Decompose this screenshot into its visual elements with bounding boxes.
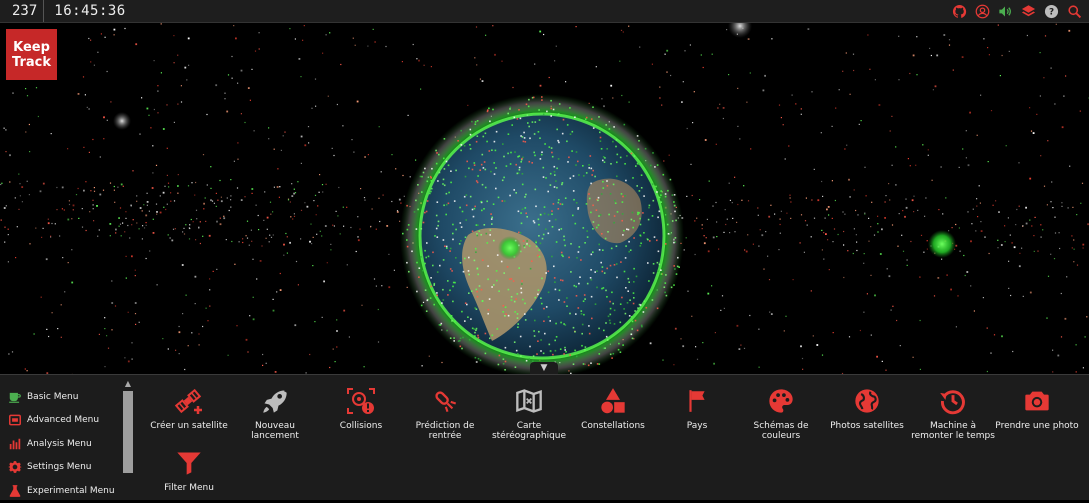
menu-item-label: Machine à remonter le temps: [910, 421, 996, 441]
reentry-icon: [429, 387, 461, 415]
sound-on-icon[interactable]: [996, 2, 1014, 20]
menu-item-globe[interactable]: Photos satellites: [824, 387, 910, 431]
side-menu-item-2[interactable]: Advanced Menu: [0, 409, 118, 433]
menu-item-collision[interactable]: Collisions: [318, 387, 404, 431]
menu-item-palette[interactable]: Schémas de couleurs: [738, 387, 824, 441]
menu-item-shapes[interactable]: Constellations: [570, 387, 656, 431]
menu-item-label: Prédiction de rentrée: [402, 421, 488, 441]
user-account-icon[interactable]: [973, 2, 991, 20]
side-menu-label: Basic Menu: [27, 392, 78, 402]
fps-counter: 237: [0, 0, 44, 22]
menu-item-label: Prendre une photo: [994, 421, 1080, 431]
layers-icon[interactable]: [1019, 2, 1037, 20]
gear-icon: [8, 460, 22, 474]
menu-item-label: Schémas de couleurs: [738, 421, 824, 441]
menu-item-label: Collisions: [318, 421, 404, 431]
side-menu-item-1[interactable]: Basic Menu: [0, 385, 118, 409]
logo-line-1: Keep: [13, 40, 50, 55]
distant-object: [113, 112, 131, 130]
menu-item-satellite-add[interactable]: Créer un satellite: [146, 387, 232, 431]
top-icons: ?: [950, 2, 1083, 20]
menu-collapse-toggle[interactable]: ▼: [530, 362, 558, 374]
globe-viewport[interactable]: [0, 23, 1089, 374]
menu-item-camera[interactable]: Prendre une photo: [994, 387, 1080, 431]
top-bar: 237 16:45:36 ?: [0, 0, 1089, 23]
menu-item-filter[interactable]: Filter Menu: [146, 449, 232, 493]
camera-icon: [1021, 387, 1053, 415]
menu-item-label: Nouveau lancement: [232, 421, 318, 441]
selected-satellite[interactable]: [928, 230, 956, 258]
side-menu-item-4[interactable]: Settings Menu: [0, 456, 118, 480]
menu-item-label: Filter Menu: [146, 483, 232, 493]
rocket-icon: [259, 387, 291, 415]
side-menu-label: Settings Menu: [27, 462, 92, 472]
simulation-clock[interactable]: 16:45:36: [44, 0, 125, 22]
satellite-add-icon: [173, 387, 205, 415]
keeptrack-logo[interactable]: Keep Track: [6, 29, 57, 80]
advanced-icon: [8, 413, 22, 427]
github-icon[interactable]: [950, 2, 968, 20]
menu-item-label: Photos satellites: [824, 421, 910, 431]
side-menu-item-3[interactable]: Analysis Menu: [0, 432, 118, 456]
collision-icon: [345, 387, 377, 415]
menu-item-flag[interactable]: Pays: [654, 387, 740, 431]
shapes-icon: [597, 387, 629, 415]
flask-icon: [8, 484, 22, 498]
menu-item-label: Créer un satellite: [146, 421, 232, 431]
earth-scene: [0, 23, 1089, 374]
help-icon[interactable]: ?: [1042, 2, 1060, 20]
palette-icon: [765, 387, 797, 415]
search-icon[interactable]: [1065, 2, 1083, 20]
coffee-cup-icon: [8, 390, 22, 404]
globe-icon: [851, 387, 883, 415]
menu-scrollbar[interactable]: ▲: [122, 379, 134, 500]
menu-item-label: Carte stéréographique: [486, 421, 572, 441]
filter-icon: [173, 449, 205, 477]
svg-text:?: ?: [1048, 7, 1053, 17]
menu-category-list: Basic Menu Advanced Menu Analysis Menu Sett…: [0, 385, 118, 503]
bar-chart-icon: [8, 437, 22, 451]
menu-item-rocket[interactable]: Nouveau lancement: [232, 387, 318, 441]
menu-item-label: Pays: [654, 421, 740, 431]
highlighted-satellite: [498, 236, 522, 260]
map-icon: [513, 387, 545, 415]
scroll-up-icon[interactable]: ▲: [122, 379, 134, 389]
menu-item-reentry[interactable]: Prédiction de rentrée: [402, 387, 488, 441]
scrollbar-thumb[interactable]: [123, 391, 133, 473]
history-icon: [937, 387, 969, 415]
menu-item-label: Constellations: [570, 421, 656, 431]
side-menu-label: Experimental Menu: [27, 486, 115, 496]
logo-line-2: Track: [12, 55, 51, 70]
menu-item-history[interactable]: Machine à remonter le temps: [910, 387, 996, 441]
bottom-menu: Basic Menu Advanced Menu Analysis Menu Sett…: [0, 374, 1089, 500]
flag-icon: [681, 387, 713, 415]
side-menu-label: Analysis Menu: [27, 439, 92, 449]
side-menu-label: Advanced Menu: [27, 415, 99, 425]
menu-item-map[interactable]: Carte stéréographique: [486, 387, 572, 441]
